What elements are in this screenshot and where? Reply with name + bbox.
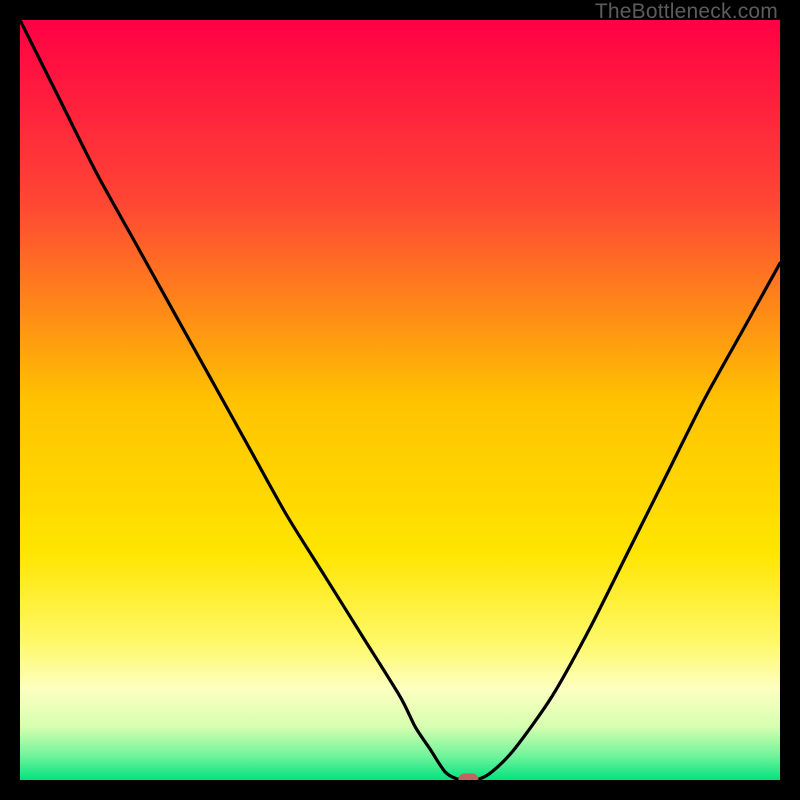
bottleneck-marker bbox=[458, 774, 478, 781]
chart-svg bbox=[20, 20, 780, 780]
gradient-background bbox=[20, 20, 780, 780]
plot-area bbox=[20, 20, 780, 780]
watermark-text: TheBottleneck.com bbox=[595, 0, 778, 24]
chart-container: TheBottleneck.com bbox=[0, 0, 800, 800]
